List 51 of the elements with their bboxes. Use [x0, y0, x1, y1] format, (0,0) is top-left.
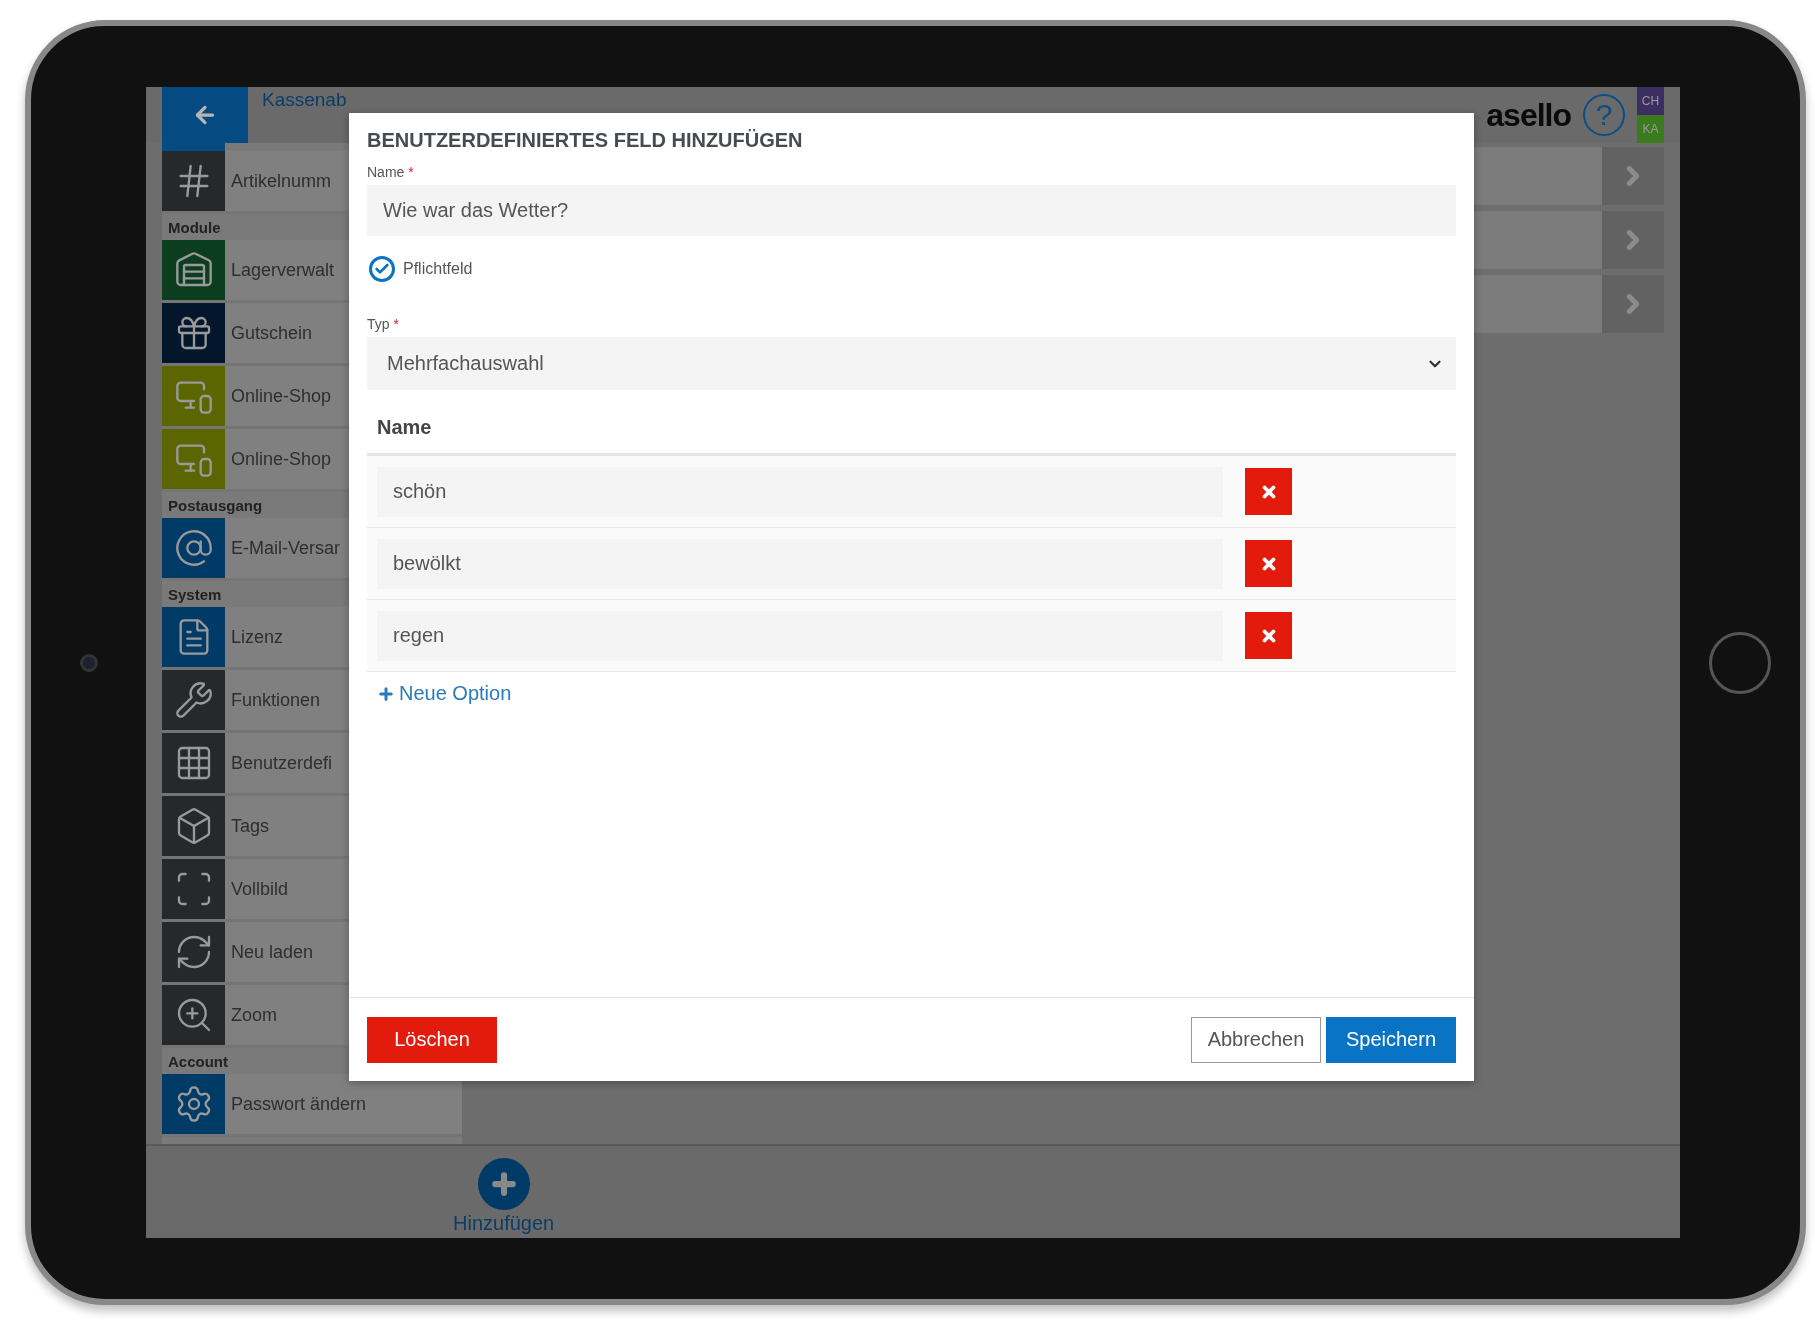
- chevron-button[interactable]: [1602, 275, 1664, 333]
- add-label: Hinzufügen: [453, 1212, 555, 1235]
- sidebar-item-label: E-Mail-Versar: [231, 537, 341, 559]
- delete-button[interactable]: [1245, 468, 1292, 515]
- chevron-button[interactable]: [1602, 147, 1664, 205]
- add-button[interactable]: [477, 1158, 530, 1210]
- sidebar-item-label: Passwort ändern: [231, 1093, 367, 1115]
- option-input-field[interactable]: regen: [377, 610, 1223, 661]
- sidebar-item-label: Online-Shop: [231, 385, 332, 407]
- camera-dot: [79, 653, 98, 672]
- checkbox[interactable]: [369, 256, 395, 282]
- sidebar-item-edge: [162, 143, 225, 151]
- sidebar-item-label: Lagerverwalt: [231, 259, 335, 281]
- wrench-icon: [173, 680, 214, 720]
- delete-button[interactable]: [1245, 612, 1292, 659]
- sidebar-section-title: System: [168, 584, 222, 605]
- type-select[interactable]: Mehrfachauswahl: [367, 337, 1456, 390]
- check-icon: [374, 261, 390, 277]
- sidebar-item-label: Tags: [231, 815, 270, 837]
- save-button[interactable]: Speichern: [1326, 1016, 1456, 1063]
- sidebar-item-label: Online-Shop: [231, 448, 332, 470]
- logo: asello: [1486, 96, 1571, 134]
- sidebar-section-title: Postausgang: [168, 495, 263, 516]
- chevron-button[interactable]: [1602, 211, 1664, 269]
- delete-button[interactable]: [1245, 540, 1292, 587]
- sidebar-item-label: Gutschein: [231, 322, 313, 344]
- sidebar-section-title: Module: [168, 217, 221, 238]
- sidebar-item[interactable]: Passwort ändern: [162, 1074, 462, 1137]
- option-input-field[interactable]: schön: [377, 466, 1223, 517]
- delete-field-button[interactable]: Löschen: [367, 1016, 497, 1063]
- breadcrumb-title: Kassenab: [262, 89, 347, 111]
- name-input-field[interactable]: Wie war das Wetter?: [367, 185, 1456, 236]
- cancel-button[interactable]: Abbrechen: [1191, 1016, 1321, 1063]
- user-badge[interactable]: CH: [1637, 87, 1664, 115]
- back-button[interactable]: [162, 87, 248, 143]
- sidebar-section-title: Account: [168, 1051, 228, 1072]
- option-input-field[interactable]: bewölkt: [377, 538, 1223, 589]
- sidebar-item-label: Funktionen: [231, 689, 321, 711]
- sidebar-item-label: Benutzerdefi: [231, 752, 333, 774]
- sidebar-item-label: Zoom: [231, 1004, 277, 1026]
- plus-icon: [377, 684, 395, 703]
- sidebar-item-label: Vollbild: [231, 878, 289, 900]
- dialog-title: BENUTZERDEFINIERTES FELD HINZUFÜGEN: [367, 129, 804, 152]
- user-badge[interactable]: KA: [1637, 115, 1664, 143]
- home-button[interactable]: [1709, 631, 1771, 694]
- field-label: Typ *: [367, 316, 401, 332]
- sidebar-item-label: Artikelnumm: [231, 170, 332, 192]
- field-label: Name *: [367, 164, 415, 180]
- sidebar-item-label: Neu laden: [231, 941, 314, 963]
- at-sign-icon: [173, 528, 214, 568]
- sidebar-item-label: Lizenz: [231, 626, 284, 648]
